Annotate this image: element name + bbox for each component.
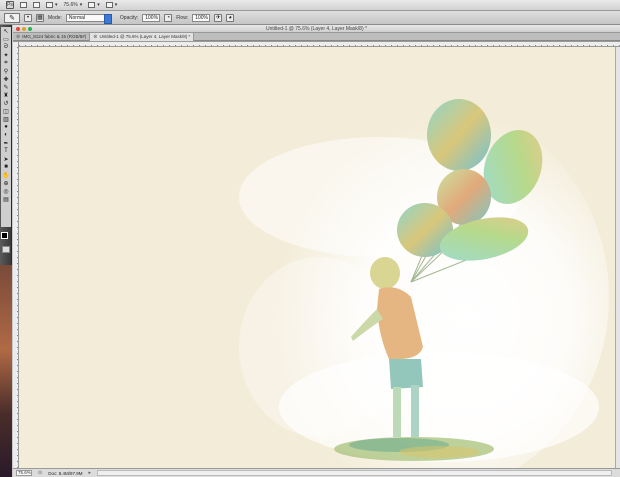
mode-select[interactable]: Normal [65, 13, 112, 24]
brush-panel-toggle[interactable]: ▦ [36, 13, 44, 22]
type-icon[interactable]: T [1, 147, 11, 155]
status-zoom-field[interactable]: 75.6% [16, 470, 32, 476]
zoom-icon[interactable]: ⊕ [1, 179, 11, 187]
quick-select-icon[interactable]: ✦ [1, 51, 11, 59]
close-window-icon[interactable] [16, 27, 20, 31]
status-menu-arrow-icon[interactable]: ▸ [88, 470, 91, 476]
quick-mask-button[interactable] [2, 246, 10, 253]
brush-icon: ✎ [9, 14, 15, 22]
tab-img-8124[interactable]: ⊗ IMG_8124 fabric & 15 (RGB/8#) [13, 33, 91, 41]
tab-label: Untitled-1 @ 75.6% (Layer 4, Layer Mask/… [99, 34, 191, 39]
vertical-scrollbar[interactable] [615, 47, 620, 468]
3d-rotate-icon[interactable]: ◎ [1, 187, 11, 195]
dodge-icon[interactable]: ◐ [1, 131, 11, 139]
tab-label: IMG_8124 fabric & 15 (RGB/8#) [22, 34, 87, 39]
document-size-info[interactable]: Doc: 8.4M/97.9M [48, 471, 82, 476]
flow-label: Flow: [176, 14, 189, 21]
application-bar: Ps ▾ 75.6% ▾ ▾ ▾ [0, 0, 620, 11]
close-tab-icon[interactable]: ⊗ [16, 33, 20, 41]
tools-column: ↖ ▭ ᘐ ✦ ⌗ ⚲ ✚ ✎ ♜ ↺ ◫ ▥ ● ◐ ✒ T ➤ ■ ✋ ⊕ … [1, 27, 11, 227]
screen-mode-menu[interactable]: ▾ [105, 2, 117, 8]
window-controls [16, 27, 32, 31]
balloon-top [427, 99, 491, 171]
zoom-window-icon[interactable] [28, 27, 32, 31]
airbrush-icon: ✈ [215, 14, 221, 21]
document-tabs: ⊗ IMG_8124 fabric & 15 (RGB/8#) ⊗ Untitl… [13, 33, 620, 41]
brush-preset-picker[interactable]: ✎ [4, 12, 20, 23]
brush-panel-icon: ▦ [37, 14, 43, 21]
move-icon[interactable]: ↖ [1, 27, 11, 35]
minibridge-button[interactable] [33, 2, 40, 8]
bridge-button[interactable] [20, 2, 27, 8]
pressure-size-button[interactable]: ◕ [226, 13, 235, 22]
document-title: Untitled-1 @ 75.6% (Layer 4, Layer Mask/… [266, 26, 367, 32]
eraser-icon[interactable]: ◫ [1, 107, 11, 115]
marquee-icon[interactable]: ▭ [1, 35, 11, 43]
shape-icon[interactable]: ■ [1, 163, 11, 171]
pressure-opacity-button[interactable]: ◔ [164, 13, 173, 22]
arrange-documents-menu[interactable]: ▾ [88, 2, 100, 8]
tool-options-bar: ✎ • ▦ Mode: Normal Opacity: 100% ◔ Flow:… [0, 11, 620, 25]
brush-icon[interactable]: ✎ [1, 83, 11, 91]
view-extras-menu[interactable]: ▾ [46, 2, 58, 8]
mode-label: Mode: [48, 14, 62, 21]
opacity-field[interactable]: 100% [142, 13, 161, 22]
clone-stamp-icon[interactable]: ♜ [1, 91, 11, 99]
opacity-label: Opacity: [119, 14, 139, 21]
airbrush-button[interactable]: ✈ [214, 13, 223, 22]
brush-tip-icon: • [26, 14, 30, 21]
foreground-color-swatch[interactable] [1, 232, 8, 239]
document-window: Untitled-1 @ 75.6% (Layer 4, Layer Mask/… [13, 25, 620, 477]
history-brush-icon[interactable]: ↺ [1, 99, 11, 107]
note-icon[interactable]: ▤ [1, 195, 11, 203]
status-icon: ⊙ [38, 470, 43, 476]
image-canvas[interactable] [19, 47, 615, 468]
artwork-boy-with-balloons [19, 47, 615, 468]
minimize-window-icon[interactable] [22, 27, 26, 31]
pressure-size-icon: ◕ [228, 14, 233, 21]
healing-icon[interactable]: ✚ [1, 75, 11, 83]
blur-icon[interactable]: ● [1, 123, 11, 131]
pen-icon[interactable]: ✒ [1, 139, 11, 147]
document-title-bar: Untitled-1 @ 75.6% (Layer 4, Layer Mask/… [13, 25, 620, 33]
hand-icon[interactable]: ✋ [1, 171, 11, 179]
flow-field[interactable]: 100% [192, 13, 211, 22]
gradient-icon[interactable]: ▥ [1, 115, 11, 123]
horizontal-scrollbar[interactable] [96, 470, 612, 476]
status-bar: 75.6% ⊙ Doc: 8.4M/97.9M ▸ [13, 468, 620, 477]
eyedropper-icon[interactable]: ⚲ [1, 67, 11, 75]
crop-icon[interactable]: ⌗ [1, 59, 11, 67]
lasso-icon[interactable]: ᘐ [1, 43, 11, 51]
tab-untitled-1[interactable]: ⊗ Untitled-1 @ 75.6% (Layer 4, Layer Mas… [90, 33, 195, 41]
path-select-icon[interactable]: ➤ [1, 155, 11, 163]
zoom-level-menu[interactable]: 75.6% ▾ [64, 2, 83, 8]
brush-size-picker[interactable]: • [24, 13, 32, 22]
pressure-icon: ◔ [166, 14, 171, 21]
desktop-background [0, 265, 12, 477]
toolbox: ↖ ▭ ᘐ ✦ ⌗ ⚲ ✚ ✎ ♜ ↺ ◫ ▥ ● ◐ ✒ T ➤ ■ ✋ ⊕ … [0, 25, 12, 477]
photoshop-logo-icon: Ps [6, 1, 14, 9]
close-tab-icon[interactable]: ⊗ [93, 33, 97, 41]
